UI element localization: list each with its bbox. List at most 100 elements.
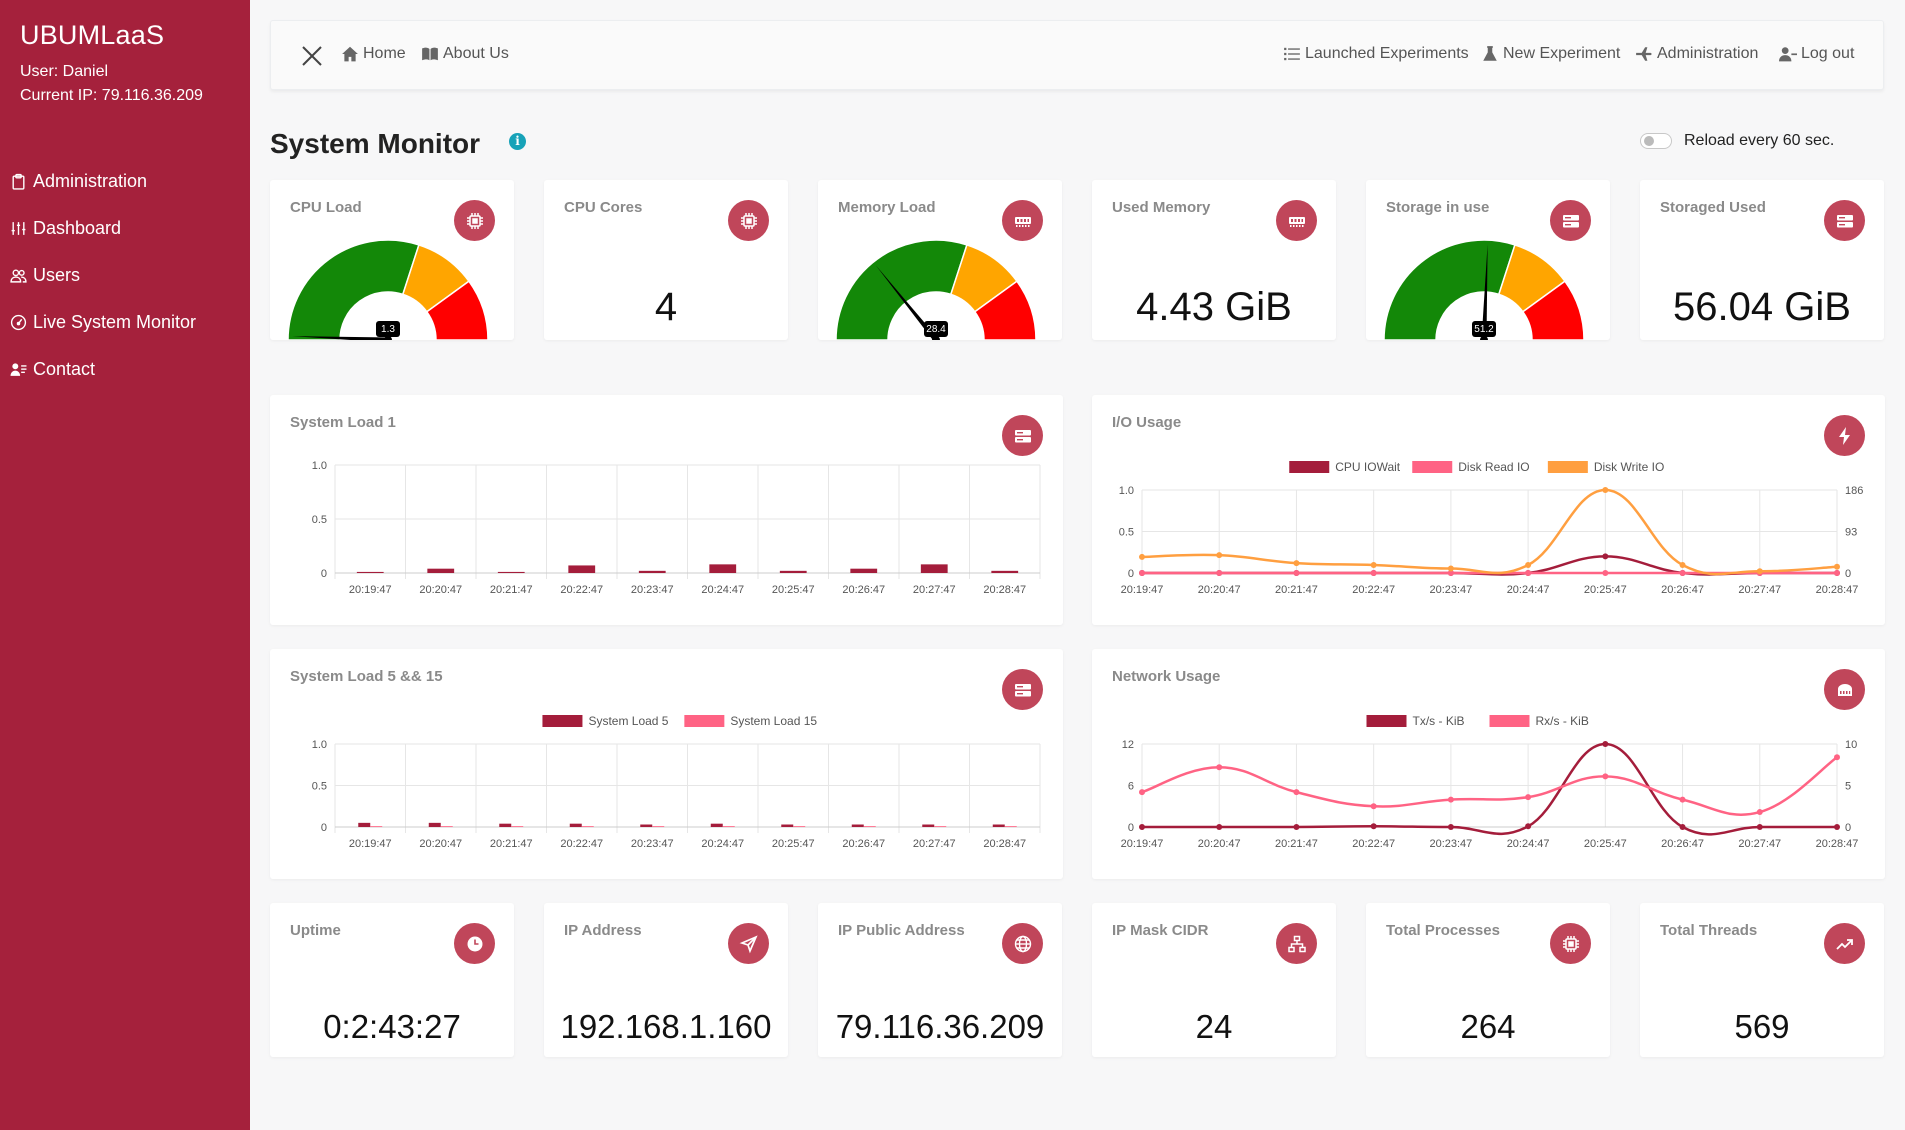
chart-grid	[334, 464, 1041, 579]
series-line	[1141, 488, 1838, 576]
legend-swatch	[684, 715, 725, 727]
series-point	[1370, 570, 1377, 576]
user-minus-icon	[1779, 47, 1797, 62]
bar	[920, 564, 948, 573]
series-point	[1139, 553, 1145, 560]
series-point	[1834, 824, 1840, 830]
stat-card-cpu-load: CPU Load 1.3	[270, 180, 514, 340]
info-icon[interactable]: i	[509, 133, 526, 150]
reload-toggle[interactable]	[1640, 133, 1672, 149]
contact-icon	[10, 363, 27, 376]
book-icon	[422, 47, 438, 61]
x-tick-label: 20:28:47	[983, 838, 1026, 850]
series-point	[1834, 563, 1840, 570]
bar	[850, 568, 878, 573]
y2-tick-label: 93	[1845, 527, 1857, 539]
nav-new-experiment[interactable]: New Experiment	[1481, 45, 1620, 63]
nav-about[interactable]: About Us	[421, 45, 509, 63]
cpu-load-gauge: 1.3	[288, 239, 488, 340]
trend-icon	[1824, 923, 1865, 964]
x-tick-label: 20:26:47	[1661, 838, 1704, 850]
nav-launched-experiments[interactable]: Launched Experiments	[1283, 45, 1469, 63]
list-icon	[1284, 47, 1300, 61]
nav-launched-label: Launched Experiments	[1305, 45, 1469, 62]
x-tick-label: 20:28:47	[1816, 838, 1859, 850]
stat-card-ip-address: IP Address 192.168.1.160	[544, 903, 788, 1057]
series-point	[1370, 561, 1377, 568]
sliders-icon	[11, 222, 26, 235]
bar	[851, 824, 864, 827]
memory-icon	[1276, 200, 1317, 241]
home-icon	[342, 46, 358, 62]
plane-icon	[1636, 47, 1652, 61]
bar	[511, 826, 524, 827]
clipboard-icon	[12, 173, 25, 190]
stat-value: 24	[1195, 1008, 1233, 1045]
stat-label: Storaged Used	[1660, 199, 1766, 216]
y-tick-label: 12	[1122, 739, 1134, 751]
bar	[710, 823, 723, 827]
close-icon[interactable]	[299, 43, 325, 69]
y-tick-label: 0.5	[1119, 527, 1134, 539]
bar	[370, 826, 383, 827]
series-point	[1216, 764, 1223, 771]
y2-tick-label: 0	[1845, 568, 1851, 580]
nav-home[interactable]: Home	[341, 45, 406, 63]
bar	[499, 823, 512, 827]
page-title: System Monitor	[270, 128, 481, 159]
nav-new-experiment-label: New Experiment	[1503, 45, 1621, 62]
nav-administration[interactable]: Administration	[1635, 45, 1758, 63]
x-tick-label: 20:22:47	[560, 838, 603, 850]
x-tick-label: 20:24:47	[701, 584, 744, 596]
stat-value: 569	[1734, 1008, 1790, 1045]
gauge-value-label: 1.3	[381, 324, 395, 335]
stat-card-ip-mask-cidr: IP Mask CIDR 24	[1092, 903, 1336, 1057]
memory-icon	[1002, 200, 1043, 241]
series-point	[1447, 824, 1454, 830]
series-point	[1293, 570, 1300, 576]
y-tick-label: 0.5	[312, 514, 327, 526]
stat-value: 56.04 GiB	[1673, 285, 1851, 329]
y-tick-label: 0	[1128, 568, 1134, 580]
x-tick-label: 20:24:47	[1507, 584, 1550, 596]
sidebar-item-live-system-monitor[interactable]: Live System Monitor	[10, 299, 196, 346]
bar	[793, 826, 806, 827]
system-load-1-chart: 0 0.5 1.0 20:19:47 20:20:47 20:21:47 20:22:47 2…	[312, 460, 1041, 596]
series-point	[1293, 824, 1300, 830]
chart-card-system-load-5-15: System Load 5 && 15 System Load 5 System …	[270, 649, 1063, 879]
sidebar-item-administration[interactable]: Administration	[10, 158, 196, 205]
stat-label: IP Mask CIDR	[1112, 922, 1209, 939]
bar	[569, 823, 582, 827]
sidebar-item-contact[interactable]: Contact	[10, 346, 196, 393]
x-tick-label: 20:28:47	[1816, 584, 1859, 596]
stat-label: Uptime	[290, 922, 341, 939]
brand-title[interactable]: UBUMLaaS	[20, 20, 164, 51]
series-point	[1139, 789, 1145, 796]
bar	[781, 824, 794, 827]
stat-label: IP Address	[564, 922, 642, 939]
current-user: User: Daniel	[20, 63, 109, 80]
stat-card-total-threads: Total Threads 569	[1640, 903, 1884, 1057]
series-point	[1525, 561, 1532, 568]
x-tick-label: 20:22:47	[1352, 838, 1395, 850]
series-point	[1679, 796, 1686, 803]
sidebar-item-users[interactable]: Users	[10, 252, 196, 299]
sidebar-item-label: Live System Monitor	[33, 312, 197, 332]
nav-logout[interactable]: Log out	[1779, 45, 1854, 63]
current-ip: Current IP: 79.116.36.209	[20, 87, 203, 104]
bar	[440, 826, 453, 827]
sidebar-item-dashboard[interactable]: Dashboard	[10, 205, 196, 252]
y-tick-label: 1.0	[312, 460, 327, 472]
hdd-icon	[1824, 200, 1865, 241]
bar	[652, 826, 665, 827]
bar	[1004, 826, 1017, 827]
cpu-icon	[1550, 923, 1591, 964]
series-point	[1139, 824, 1145, 830]
x-tick-label: 20:21:47	[490, 584, 533, 596]
series-point	[1756, 809, 1763, 816]
chart-card-io-usage: I/O Usage CPU IOWait Disk Read IO Disk Wri…	[1092, 395, 1885, 625]
stat-value: 4	[654, 285, 678, 329]
stat-label: CPU Load	[290, 199, 362, 216]
series-point	[1602, 741, 1609, 747]
system-load-5-15-chart: System Load 5 System Load 15 0 0.5 1.0 20:19:…	[312, 714, 1041, 850]
